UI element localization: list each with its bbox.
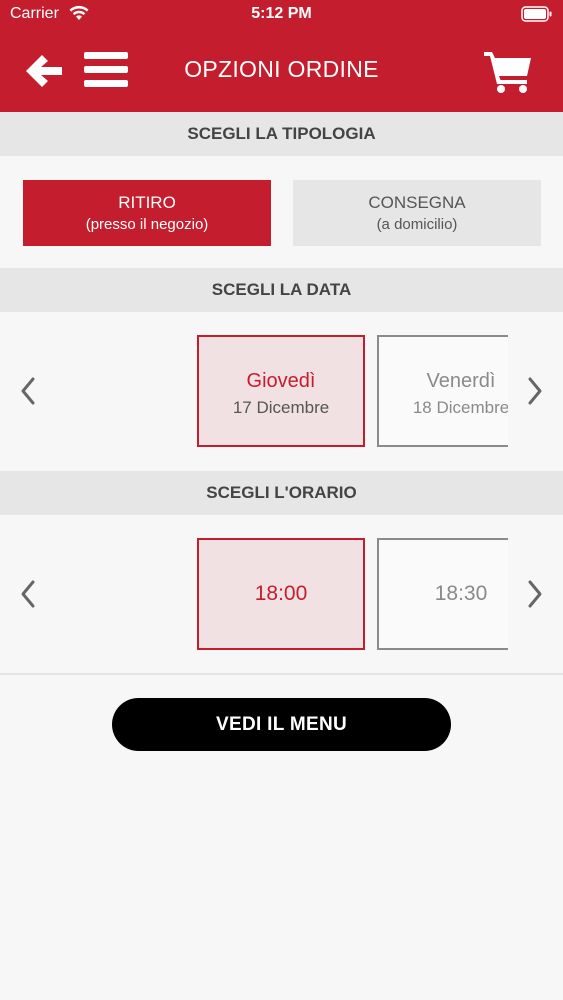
date-card[interactable]: Venerdì 18 Dicembre	[377, 335, 508, 447]
time-card[interactable]: 18:30	[377, 538, 508, 650]
delivery-label: CONSEGNA	[368, 193, 466, 212]
status-bar: Carrier 5:12 PM	[0, 0, 563, 30]
date-prev-chevron-icon[interactable]	[18, 375, 38, 407]
app-header: Carrier 5:12 PM OPZIONI ORDINE	[0, 0, 563, 112]
date-next-chevron-icon[interactable]	[525, 375, 545, 407]
time-card-selected[interactable]: 18:00	[197, 538, 365, 650]
date-carousel: Giovedì 17 Dicembre Venerdì 18 Dicembre	[40, 335, 508, 447]
type-section-header: SCEGLI LA TIPOLOGIA	[0, 112, 563, 156]
pickup-label: RITIRO	[118, 193, 176, 212]
delivery-option-button[interactable]: CONSEGNA (a domicilio)	[293, 180, 541, 246]
date-card-day: Giovedì	[246, 370, 316, 392]
order-options-screen: Carrier 5:12 PM OPZIONI ORDINE SCEGLI LA…	[0, 0, 563, 1000]
section-divider	[0, 673, 563, 675]
date-card-selected[interactable]: Giovedì 17 Dicembre	[197, 335, 365, 447]
view-menu-button[interactable]: VEDI IL MENU	[112, 698, 451, 751]
delivery-sublabel: (a domicilio)	[376, 216, 458, 233]
pickup-option-button[interactable]: RITIRO (presso il negozio)	[23, 180, 271, 246]
time-prev-chevron-icon[interactable]	[18, 578, 38, 610]
pickup-sublabel: (presso il negozio)	[85, 216, 209, 233]
date-card-date: 17 Dicembre	[232, 398, 330, 417]
time-next-chevron-icon[interactable]	[525, 578, 545, 610]
time-card-value: 18:00	[254, 582, 308, 605]
battery-icon	[521, 6, 552, 22]
date-card-date: 18 Dicembre	[412, 398, 508, 417]
shopping-cart-icon[interactable]	[483, 48, 533, 94]
date-card-day: Venerdì	[426, 370, 496, 392]
time-section-header: SCEGLI L'ORARIO	[0, 471, 563, 515]
time-carousel: 18:00 18:30	[40, 538, 508, 650]
time-card-value: 18:30	[434, 582, 488, 605]
page-title: OPZIONI ORDINE	[184, 56, 379, 82]
date-section-header: SCEGLI LA DATA	[0, 268, 563, 312]
status-time: 5:12 PM	[251, 5, 312, 22]
